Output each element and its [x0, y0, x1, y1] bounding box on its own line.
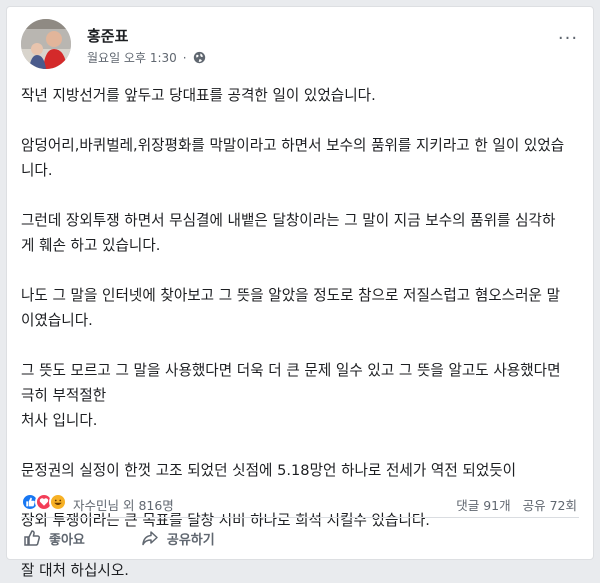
like-label: 좋아요 [49, 532, 85, 548]
post-paragraph: 문정권의 실정이 한껏 고조 되었던 싯점에 5.18망언 하나로 전세가 역전… [21, 462, 517, 479]
share-arrow-icon [142, 531, 158, 546]
post-card: 홍준표 월요일 오후 1:30 · ··· 작년 지방선거를 앞두고 당대표를 … [6, 6, 594, 579]
post-timestamp[interactable]: 월요일 오후 1:30 [87, 49, 177, 66]
post-stats: 댓글 91개 공유 72회 [456, 495, 577, 514]
post-meta: 월요일 오후 1:30 · [87, 49, 206, 66]
author-name[interactable]: 홍준표 [87, 25, 128, 46]
like-button[interactable]: 좋아요 [23, 529, 85, 548]
share-label: 공유하기 [166, 532, 215, 548]
thumbs-up-icon [24, 530, 41, 546]
post-paragraph: 암덩어리,바퀴벌레,위장평화를 막말이라고 하면서 보수의 품위를 지키라고 한… [21, 137, 565, 179]
post-paragraph: 그 뜻도 모르고 그 말을 사용했다면 더욱 더 큰 문제 일수 있고 그 뜻을… [21, 362, 561, 429]
share-button[interactable]: 공유하기 [141, 529, 215, 548]
reaction-icons[interactable] [21, 493, 67, 511]
comment-count[interactable]: 댓글 91개 [456, 495, 510, 514]
more-options-icon[interactable]: ··· [557, 27, 579, 49]
post-paragraph: 작년 지방선거를 앞두고 당대표를 공격한 일이 있었습니다. [21, 87, 376, 104]
action-bar: 좋아요 공유하기 [21, 523, 579, 553]
reactions-bar: 자수민님 외 816명 댓글 91개 공유 72회 [21, 493, 577, 513]
post-header: 홍준표 월요일 오후 1:30 · ··· [21, 19, 579, 75]
author-avatar[interactable] [21, 19, 71, 69]
globe-icon[interactable] [193, 51, 206, 64]
share-count[interactable]: 공유 72회 [523, 495, 577, 514]
post-paragraph: 나도 그 말을 인터넷에 찾아보고 그 뜻을 알았을 정도로 참으로 저질스럽고… [21, 287, 561, 329]
reaction-summary[interactable]: 자수민님 외 816명 [73, 495, 174, 514]
divider [21, 517, 579, 518]
post-paragraph: 잘 대처 하십시오. [21, 562, 129, 579]
haha-icon [49, 493, 67, 511]
post-paragraph: 그런데 장외투쟁 하면서 무심결에 내뱉은 달창이라는 그 말이 지금 보수의 … [21, 212, 556, 254]
